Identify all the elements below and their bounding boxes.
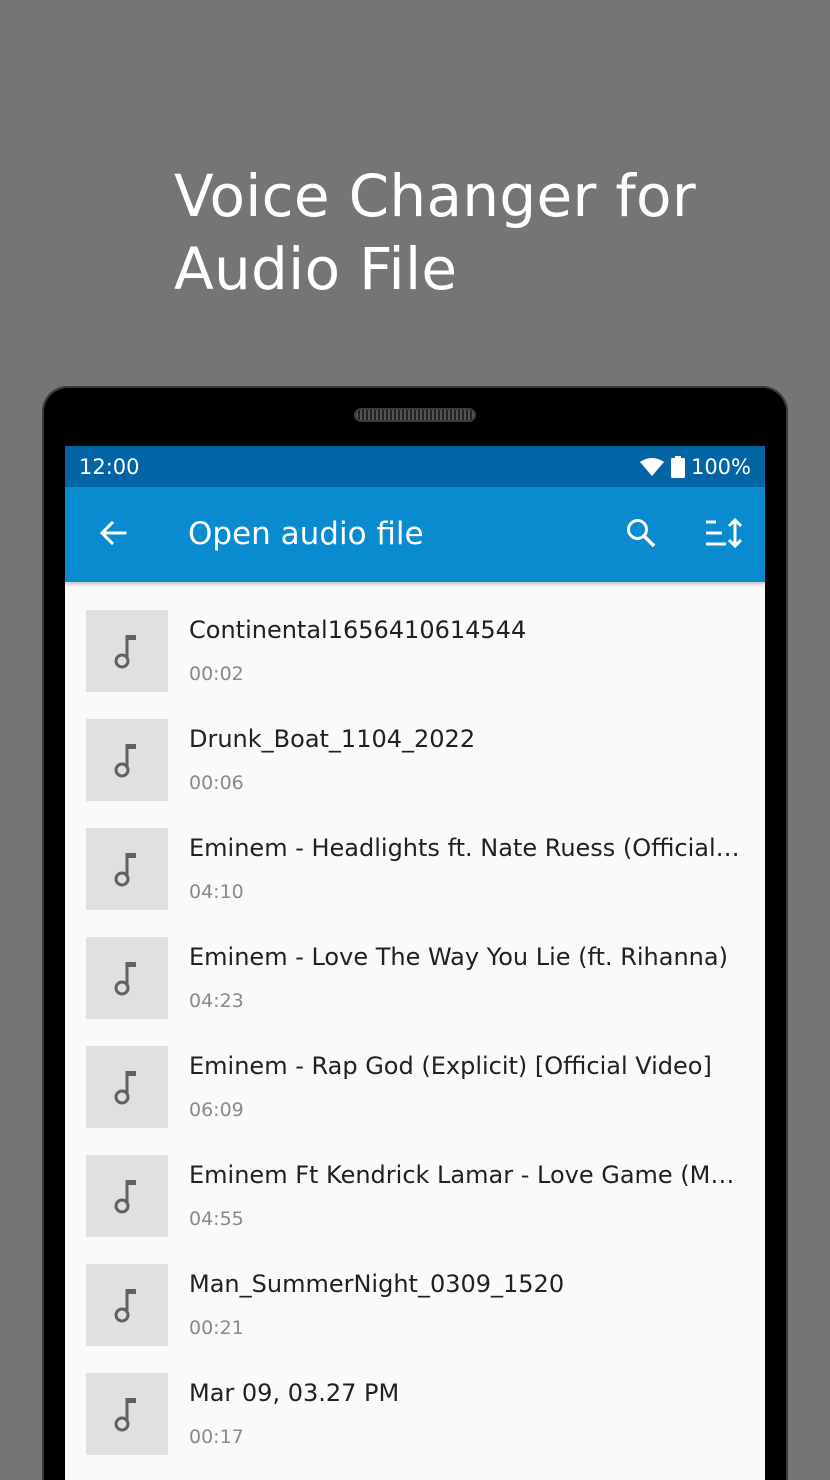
wifi-icon [639,457,665,477]
file-duration: 00:21 [189,1317,244,1339]
promo-title-line-2: Audio File [174,235,458,303]
music-note-icon [114,962,136,996]
music-note-icon [114,853,136,887]
file-thumbnail [86,937,168,1019]
file-name: Eminem - Love The Way You Lie (ft. Rihan… [189,943,728,971]
file-name: Eminem Ft Kendrick Lamar - Love Game (M… [189,1161,735,1189]
music-note-icon [114,744,136,778]
battery-icon [670,455,685,478]
speaker-grille [354,408,476,422]
back-button[interactable] [95,517,131,553]
status-time: 12:00 [79,454,140,479]
file-thumbnail [86,1373,168,1455]
audio-file-list: Continental1656410614544 00:02 Drunk_Boa… [65,582,765,1455]
status-bar: 12:00 100% [65,446,765,487]
file-duration: 04:55 [189,1208,244,1230]
file-thumbnail [86,610,168,692]
file-name: Continental1656410614544 [189,616,527,644]
file-thumbnail [86,719,168,801]
sort-icon [704,517,743,554]
app-bar: Open audio file [65,487,765,582]
music-note-icon [114,635,136,669]
file-duration: 00:02 [189,663,244,685]
file-name: Drunk_Boat_1104_2022 [189,725,476,753]
file-duration: 00:17 [189,1426,244,1448]
sort-button[interactable] [703,517,743,553]
list-item[interactable]: Mar 09, 03.27 PM 00:17 [65,1345,765,1455]
promo-title-line-1: Voice Changer for [174,162,696,230]
file-duration: 04:10 [189,881,244,903]
music-note-icon [114,1071,136,1105]
list-item[interactable]: Eminem - Love The Way You Lie (ft. Rihan… [65,909,765,1019]
file-duration: 04:23 [189,990,244,1012]
list-item[interactable]: Eminem Ft Kendrick Lamar - Love Game (M…… [65,1127,765,1237]
music-note-icon [114,1398,136,1432]
file-name: Eminem - Rap God (Explicit) [Official Vi… [189,1052,712,1080]
phone-screen: 12:00 100% Open audio file Continental16… [65,446,765,1480]
search-button[interactable] [623,517,659,553]
file-thumbnail [86,1046,168,1128]
search-icon [625,517,657,554]
file-duration: 06:09 [189,1099,244,1121]
list-item[interactable]: Continental1656410614544 00:02 [65,582,765,692]
app-bar-title: Open audio file [188,516,424,552]
status-icons: 100% [639,455,751,479]
list-item[interactable]: Eminem - Rap God (Explicit) [Official Vi… [65,1018,765,1128]
music-note-icon [114,1289,136,1323]
list-item[interactable]: Eminem - Headlights ft. Nate Ruess (Offi… [65,800,765,910]
music-note-icon [114,1180,136,1214]
battery-percent: 100% [690,454,751,479]
list-item[interactable]: Man_SummerNight_0309_1520 00:21 [65,1236,765,1346]
arrow-back-icon [98,518,128,553]
file-thumbnail [86,1155,168,1237]
file-name: Mar 09, 03.27 PM [189,1379,400,1407]
promo-title: Voice Changer for Audio File [174,160,774,306]
list-item[interactable]: Drunk_Boat_1104_2022 00:06 [65,691,765,801]
file-thumbnail [86,1264,168,1346]
file-name: Eminem - Headlights ft. Nate Ruess (Offi… [189,834,745,862]
file-thumbnail [86,828,168,910]
file-name: Man_SummerNight_0309_1520 [189,1270,565,1298]
file-duration: 00:06 [189,772,244,794]
